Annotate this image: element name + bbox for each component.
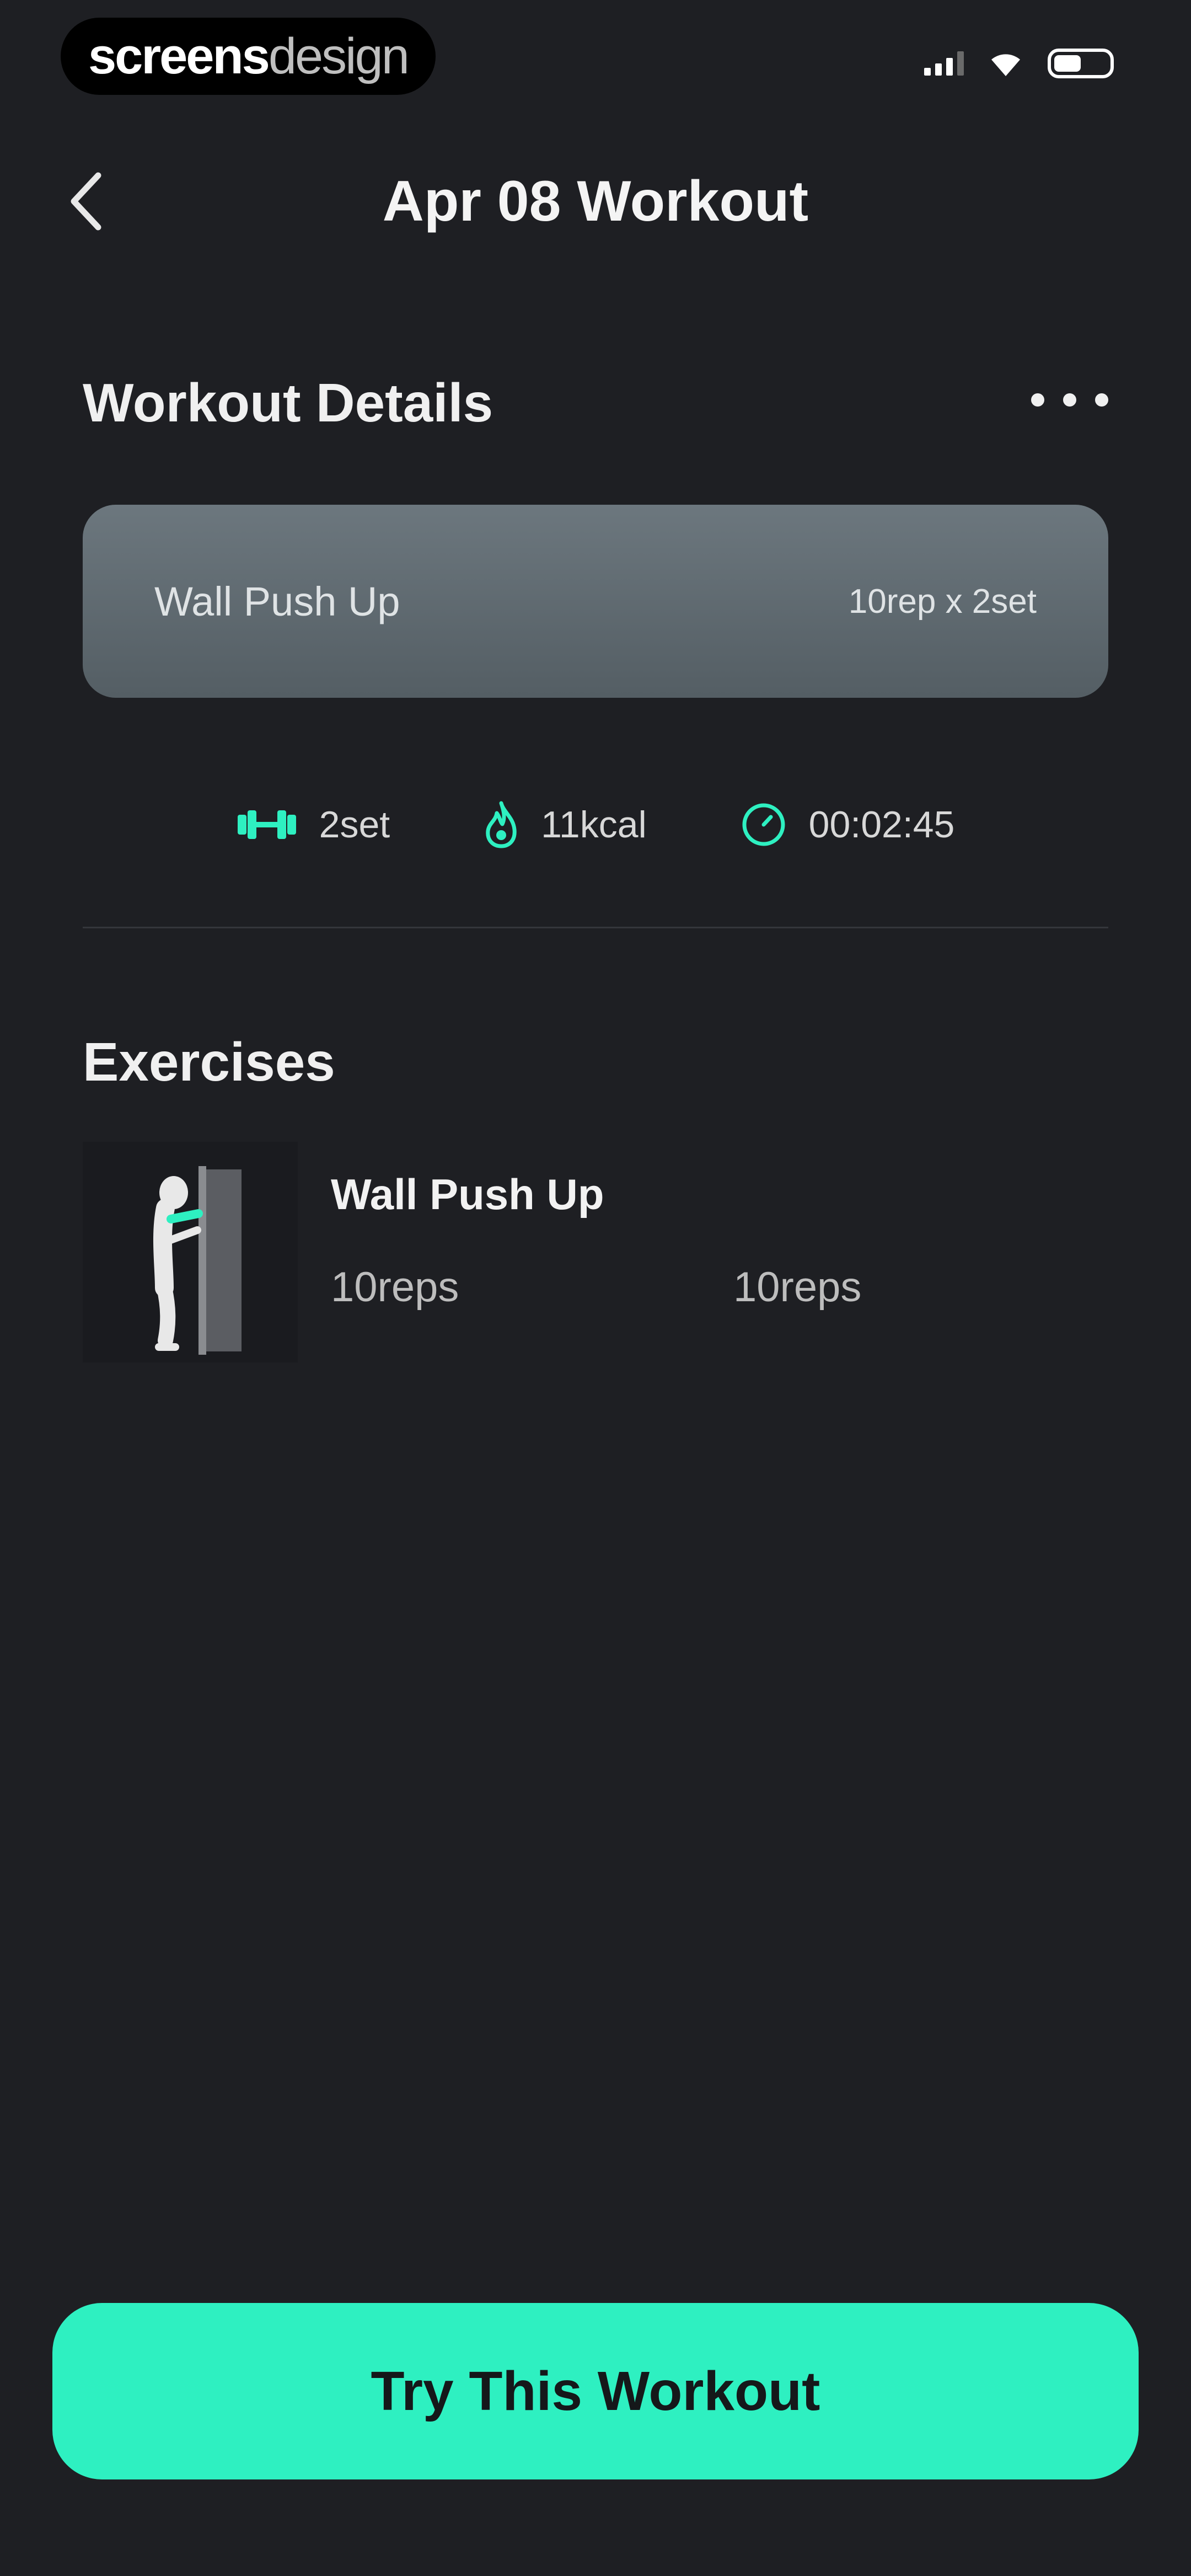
workout-stats: 2set 11kcal 00:02:45 bbox=[0, 794, 1191, 855]
ellipsis-dot bbox=[1063, 393, 1076, 407]
stat-calories-value: 11kcal bbox=[541, 804, 647, 846]
wall-push-up-illustration bbox=[153, 1166, 242, 1355]
dumbbell-icon bbox=[237, 810, 296, 839]
divider bbox=[83, 927, 1108, 928]
timer-icon bbox=[742, 803, 785, 846]
stat-duration: 00:02:45 bbox=[741, 801, 955, 848]
detail-sets-reps: 10rep x 2set bbox=[848, 582, 1037, 621]
stat-sets-value: 2set bbox=[319, 804, 390, 846]
battery-icon bbox=[1048, 49, 1114, 78]
flame-icon bbox=[486, 801, 517, 848]
status-bar: screens design bbox=[0, 0, 1191, 110]
more-options-button[interactable] bbox=[1031, 375, 1108, 425]
workout-details-title: Workout Details bbox=[83, 372, 493, 433]
ellipsis-dot bbox=[1031, 393, 1044, 407]
watermark-light: design bbox=[268, 28, 410, 84]
exercise-item[interactable]: Wall Push Up 10reps 10reps bbox=[83, 1142, 1108, 1362]
wifi-icon bbox=[991, 54, 1020, 76]
ellipsis-dot bbox=[1095, 393, 1108, 407]
watermark-strong: screens bbox=[88, 28, 270, 84]
exercise-reps-set-2: 10reps bbox=[733, 1264, 862, 1311]
watermark-logo: screens design bbox=[61, 18, 436, 95]
signal-icon bbox=[924, 51, 964, 76]
workout-detail-card: Wall Push Up 10rep x 2set bbox=[83, 505, 1108, 698]
status-icons bbox=[924, 49, 1114, 78]
detail-exercise-name: Wall Push Up bbox=[154, 578, 400, 624]
stat-duration-value: 00:02:45 bbox=[808, 804, 955, 846]
exercise-reps-set-1: 10reps bbox=[331, 1264, 459, 1311]
stat-sets: 2set bbox=[237, 803, 390, 846]
exercise-thumbnail bbox=[83, 1142, 298, 1362]
try-workout-button[interactable]: Try This Workout bbox=[52, 2303, 1139, 2479]
exercises-title: Exercises bbox=[83, 1032, 335, 1092]
page-title: Apr 08 Workout bbox=[382, 169, 809, 233]
stat-calories: 11kcal bbox=[484, 801, 647, 848]
exercise-name: Wall Push Up bbox=[331, 1170, 604, 1218]
